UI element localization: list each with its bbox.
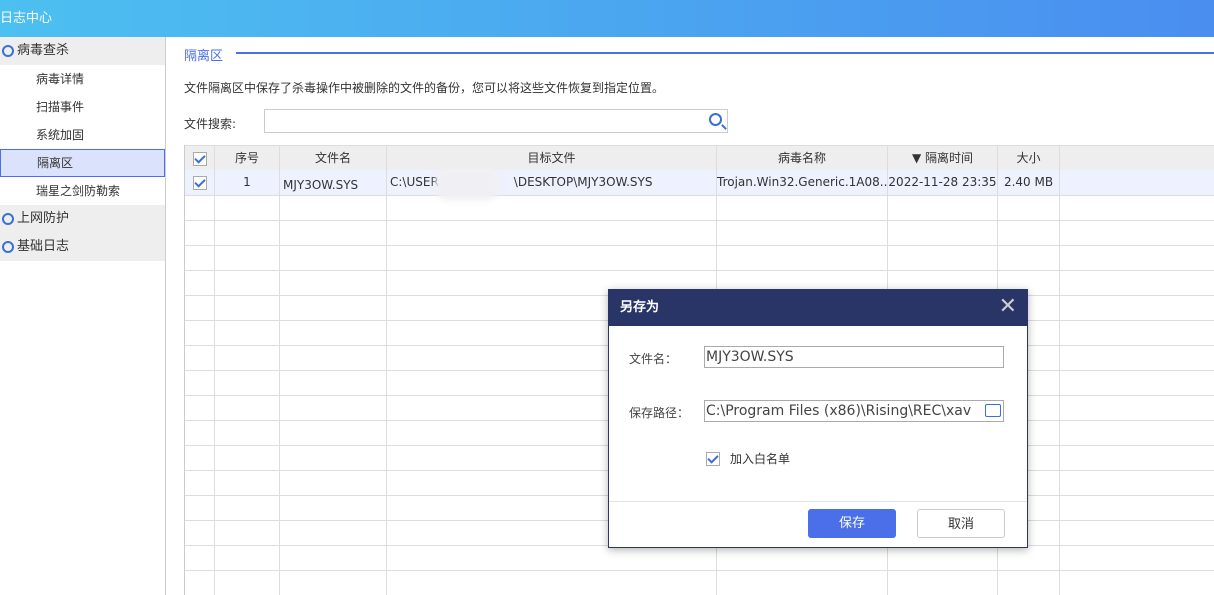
sidebar-item-quarantine[interactable]: 隔离区 [0,149,165,177]
sidebar-group-basic-log[interactable]: 基础日志 [0,233,165,261]
group-label: 病毒查杀 [17,43,70,58]
col-index[interactable]: 序号 [215,146,280,171]
path-input[interactable]: C:\Program Files (x86)\Rising\REC\xav [704,400,1004,422]
sidebar-item-system-hardening[interactable]: 系统加固 [0,121,165,149]
folder-icon[interactable] [985,404,1001,417]
select-all-checkbox[interactable] [185,146,215,171]
sidebar-group-web-protect[interactable]: 上网防护 [0,205,165,233]
section-divider [236,52,1214,54]
col-file-name[interactable]: 文件名 [280,146,387,171]
dialog-header: 另存为 ✕ [609,290,1027,326]
close-icon[interactable]: ✕ [999,296,1017,318]
col-time[interactable]: ▼ 隔离时间 [888,146,998,171]
cell-index: 1 [215,170,280,195]
virus-scan-icon [2,45,14,57]
col-size[interactable]: 大小 [998,146,1060,171]
col-target[interactable]: 目标文件 [387,146,717,171]
table-header: 序号 文件名 目标文件 病毒名称 ▼ 隔离时间 大小 [185,146,1214,171]
group-label: 上网防护 [17,211,70,226]
save-as-dialog: 另存为 ✕ 文件名： MJY3OW.SYS 保存路径： C:\Program Fi… [608,289,1028,548]
dialog-title: 另存为 [620,300,660,315]
cell-file-name: MJY3OW.SYS [280,170,387,195]
sidebar: 病毒查杀 病毒详情 扫描事件 系统加固 隔离区 瑞星之剑防勒索 上网防护 基础日… [0,37,166,595]
section-title: 隔离区 [184,49,224,64]
cancel-button[interactable]: 取消 [917,509,1005,538]
sidebar-group-virus-scan[interactable]: 病毒查杀 [0,37,165,65]
filename-input[interactable]: MJY3OW.SYS [704,346,1004,368]
title-bar: 日志中心 [0,0,1214,37]
table-row[interactable]: 1 MJY3OW.SYS C:\USER \DESKTOP\MJY3OW.SYS … [185,170,1214,195]
row-checkbox[interactable] [185,170,215,195]
dialog-divider [609,501,1027,502]
sidebar-item-ransomware[interactable]: 瑞星之剑防勒索 [0,177,165,205]
search-label: 文件搜索: [184,117,237,131]
col-virus[interactable]: 病毒名称 [717,146,888,171]
description: 文件隔离区中保存了杀毒操作中被删除的文件的备份，您可以将这些文件恢复到指定位置。 [184,81,665,95]
path-label: 保存路径： [629,406,690,420]
web-protect-icon [2,213,14,225]
group-label: 基础日志 [17,239,70,254]
window-title: 日志中心 [0,11,53,26]
cell-size: 2.40 MB [998,170,1060,195]
path-value: C:\Program Files (x86)\Rising\REC\xav [706,403,972,419]
basic-log-icon [2,241,14,253]
search-input[interactable] [264,109,728,133]
whitelist-label: 加入白名单 [730,452,791,466]
filename-label: 文件名： [629,352,678,366]
save-button[interactable]: 保存 [808,509,896,538]
cell-virus: Trojan.Win32.Generic.1A08... [717,170,888,195]
sidebar-item-virus-details[interactable]: 病毒详情 [0,65,165,93]
search-icon[interactable] [709,113,722,126]
whitelist-checkbox[interactable]: 加入白名单 [706,450,790,467]
redacted-area [435,168,500,200]
cell-time: 2022-11-28 23:35 [888,170,998,195]
sidebar-item-scan-events[interactable]: 扫描事件 [0,93,165,121]
